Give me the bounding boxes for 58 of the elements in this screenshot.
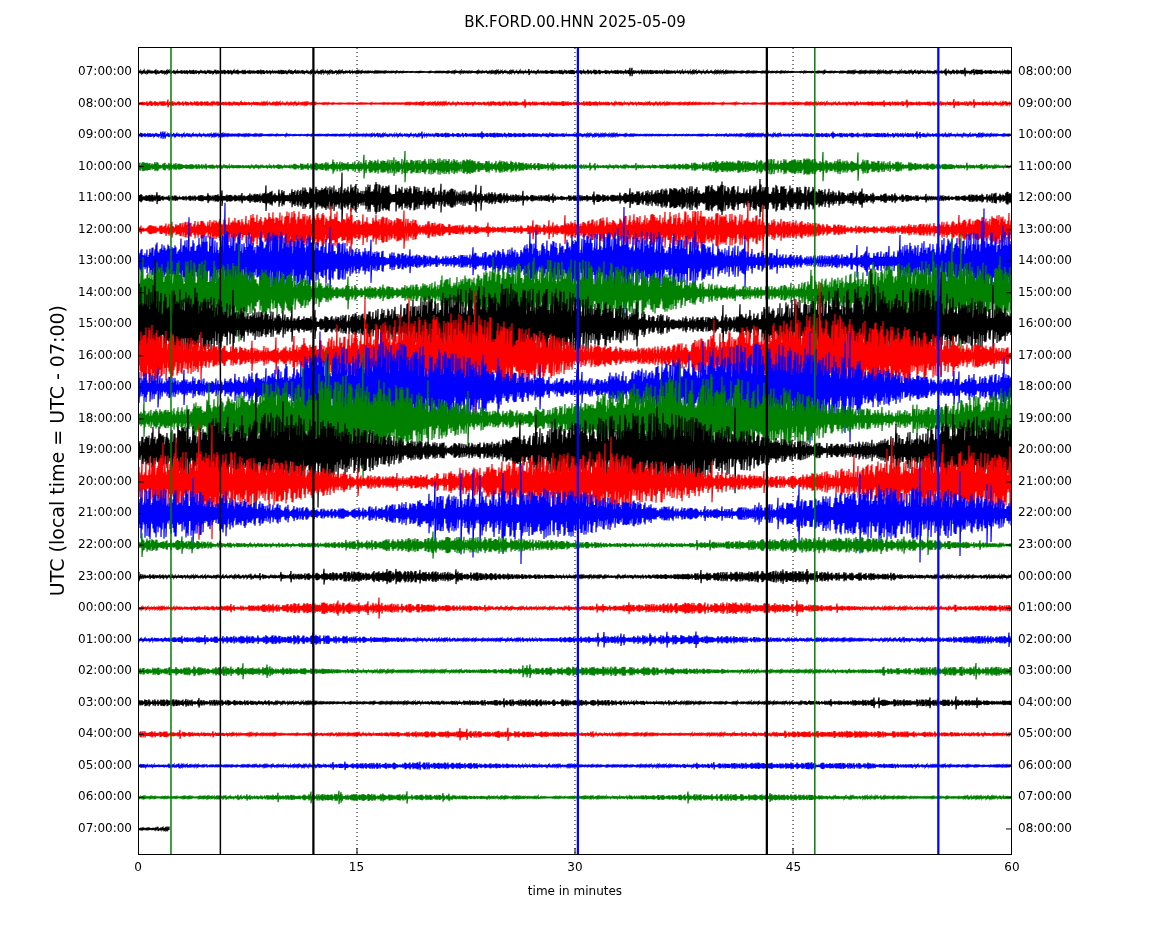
hour-label: 06:00:00 bbox=[78, 788, 132, 806]
hour-label: 21:00:00 bbox=[1018, 472, 1073, 490]
hour-label: 02:00:00 bbox=[78, 662, 132, 680]
hour-label: 15:00:00 bbox=[78, 315, 132, 333]
hour-label: 11:00:00 bbox=[1018, 157, 1073, 175]
x-tick-label: 45 bbox=[784, 860, 803, 874]
hour-label: 20:00:00 bbox=[1018, 441, 1073, 459]
x-tick-label: 30 bbox=[566, 860, 584, 874]
hour-label: 03:00:00 bbox=[1018, 662, 1073, 680]
hour-label: 20:00:00 bbox=[78, 472, 132, 490]
x-axis-label: time in minutes bbox=[527, 884, 623, 898]
x-tick-label: 60 bbox=[1003, 860, 1021, 874]
x-tick-label: 0 bbox=[133, 860, 143, 874]
y-axis-label: UTC (local time = UTC - 07:00) bbox=[46, 305, 68, 597]
hour-label: 01:00:00 bbox=[78, 630, 132, 648]
hour-label: 22:00:00 bbox=[1018, 504, 1073, 522]
hour-label: 01:00:00 bbox=[1018, 599, 1073, 617]
hour-label: 16:00:00 bbox=[1018, 315, 1073, 333]
hour-label: 07:00:00 bbox=[78, 63, 132, 80]
hour-label: 07:00:00 bbox=[1018, 788, 1073, 806]
hour-label: 04:00:00 bbox=[78, 725, 132, 743]
hour-label: 22:00:00 bbox=[78, 535, 132, 553]
hour-label: 13:00:00 bbox=[1018, 220, 1073, 238]
hour-label: 05:00:00 bbox=[1018, 725, 1073, 743]
hour-label: 02:00:00 bbox=[1018, 630, 1073, 648]
hour-label: 23:00:00 bbox=[1018, 535, 1073, 553]
hour-label: 18:00:00 bbox=[78, 409, 132, 427]
hour-label: 00:00:00 bbox=[1018, 567, 1073, 585]
hour-label: 10:00:00 bbox=[1018, 126, 1073, 144]
chart-title: BK.FORD.00.HNN 2025-05-09 bbox=[464, 13, 686, 31]
hour-label: 08:00:00 bbox=[1018, 63, 1073, 80]
hour-label: 08:00:00 bbox=[78, 94, 132, 112]
hour-label: 00:00:00 bbox=[78, 599, 132, 617]
hour-label: 13:00:00 bbox=[78, 252, 132, 270]
hour-label: 09:00:00 bbox=[78, 126, 132, 144]
hour-label: 16:00:00 bbox=[78, 346, 132, 364]
hour-label: 17:00:00 bbox=[78, 378, 132, 396]
hour-label: 14:00:00 bbox=[1018, 252, 1073, 270]
hour-label: 03:00:00 bbox=[78, 693, 132, 711]
x-tick-label: 15 bbox=[347, 860, 366, 874]
hour-label: 06:00:00 bbox=[1018, 756, 1073, 774]
hour-label: 21:00:00 bbox=[78, 504, 132, 522]
hour-label: 18:00:00 bbox=[1018, 378, 1073, 396]
hour-label: 19:00:00 bbox=[1018, 409, 1073, 427]
hour-label: 12:00:00 bbox=[1018, 189, 1073, 207]
hour-label: 09:00:00 bbox=[1018, 94, 1073, 112]
hour-label: 05:00:00 bbox=[78, 756, 132, 774]
hour-label: 12:00:00 bbox=[78, 220, 132, 238]
hour-label: 17:00:00 bbox=[1018, 346, 1073, 364]
hour-label: 11:00:00 bbox=[78, 189, 132, 207]
hour-label: 10:00:00 bbox=[78, 157, 132, 175]
hour-label: 19:00:00 bbox=[78, 441, 132, 459]
hour-label: 15:00:00 bbox=[1018, 283, 1073, 301]
hour-label: 23:00:00 bbox=[78, 567, 132, 585]
hour-label: 04:00:00 bbox=[1018, 693, 1073, 711]
hour-label: 08:00:00 bbox=[1018, 819, 1073, 837]
hour-label: 07:00:00 bbox=[78, 819, 132, 837]
hour-label: 14:00:00 bbox=[78, 283, 132, 301]
